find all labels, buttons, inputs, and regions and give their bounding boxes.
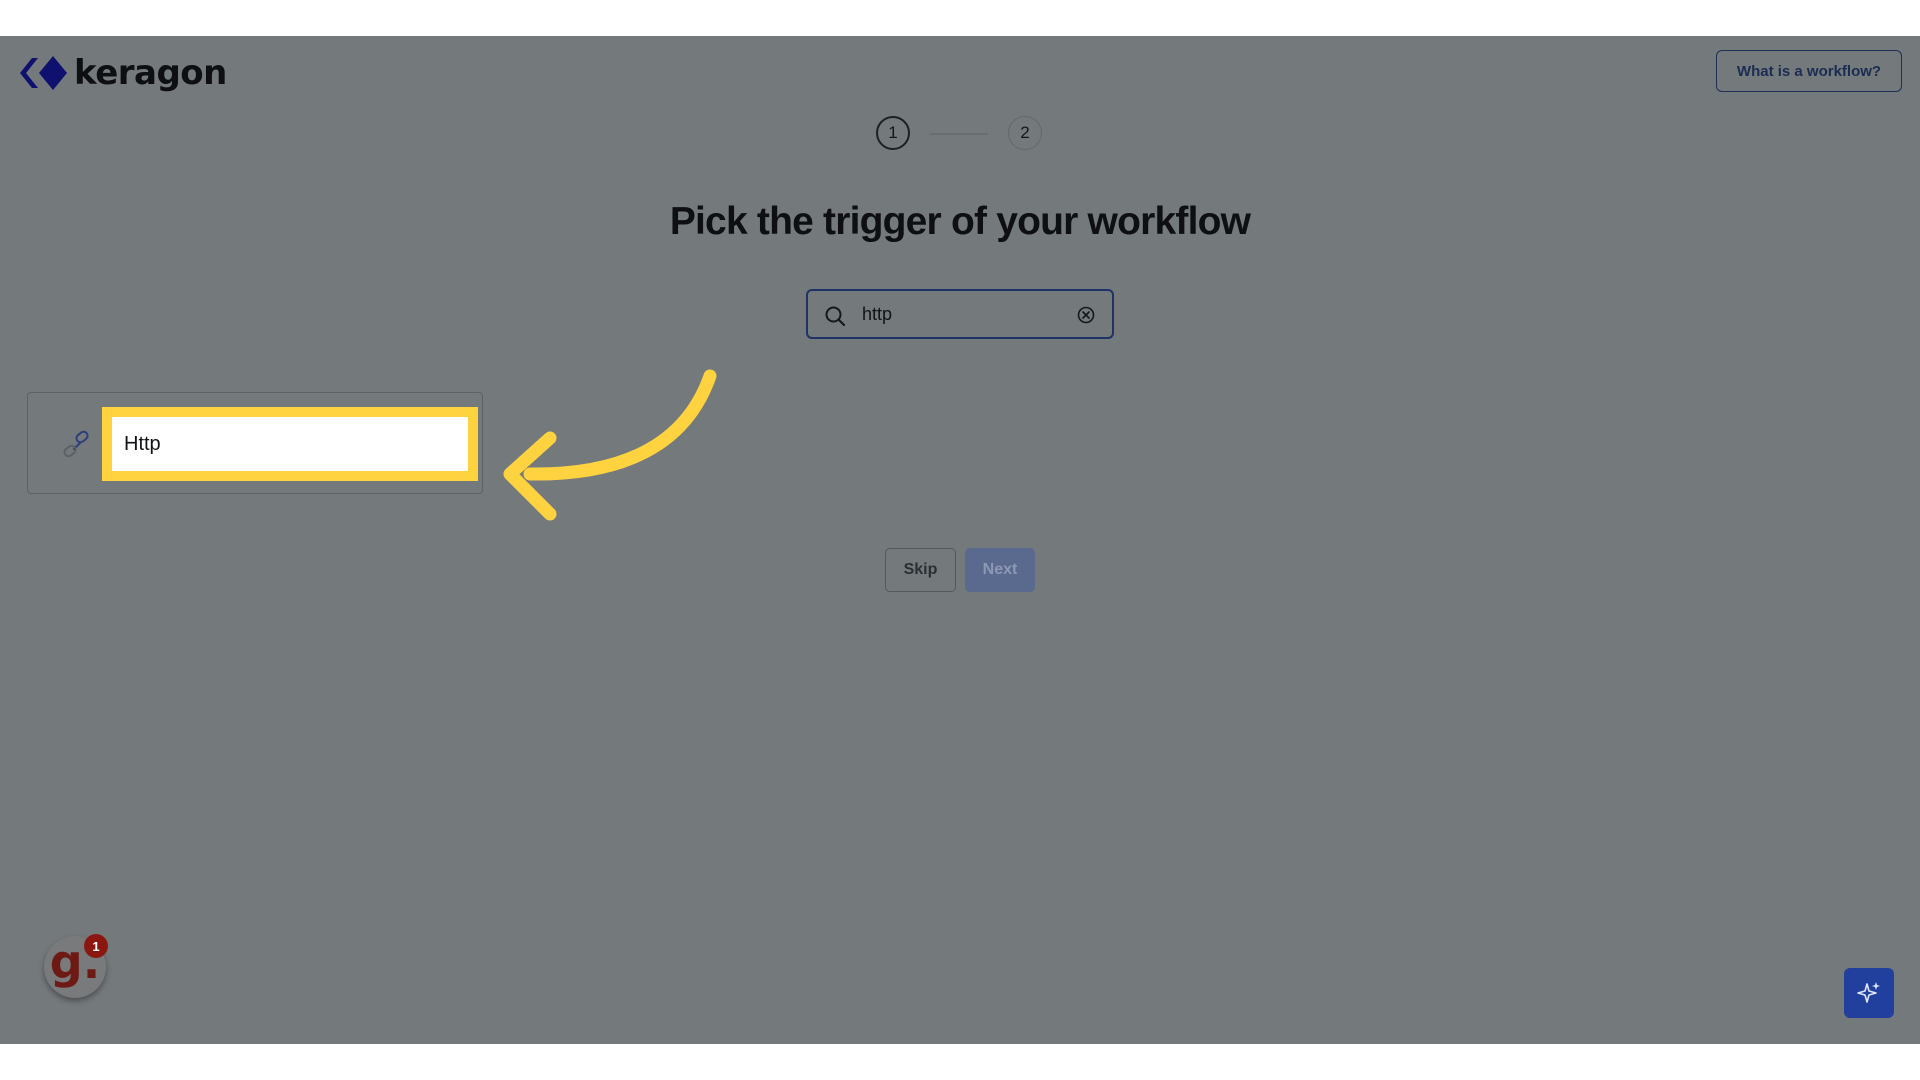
skip-button[interactable]: Skip [885, 548, 956, 592]
pointer-arrow-icon [503, 369, 717, 521]
highlight-box: Http [102, 407, 478, 481]
trigger-result-http[interactable]: Http [27, 392, 483, 494]
search-input[interactable] [862, 291, 1062, 337]
stepper-connector [930, 133, 988, 135]
sparkles-icon [1857, 982, 1880, 1003]
clear-search-icon[interactable] [1076, 305, 1096, 325]
result-label: Http [112, 417, 468, 471]
page-overlay: keragon What is a workflow? 1 2 Pick the… [0, 36, 1920, 1044]
ai-assistant-button[interactable] [1844, 968, 1894, 1018]
what-is-workflow-button[interactable]: What is a workflow? [1716, 50, 1902, 92]
keragon-logo[interactable]: keragon [18, 53, 227, 93]
notification-badge: 1 [84, 934, 108, 958]
next-button[interactable]: Next [965, 548, 1035, 592]
brand-name: keragon [74, 53, 227, 93]
keragon-logo-icon [20, 56, 67, 90]
trigger-search-box[interactable] [806, 289, 1114, 339]
stepper: 1 2 [876, 116, 1044, 152]
search-icon [825, 306, 846, 327]
step-2: 2 [1008, 116, 1042, 150]
page-title: Pick the trigger of your workflow [669, 200, 1251, 243]
link-icon [63, 430, 89, 458]
step-1: 1 [876, 116, 910, 150]
